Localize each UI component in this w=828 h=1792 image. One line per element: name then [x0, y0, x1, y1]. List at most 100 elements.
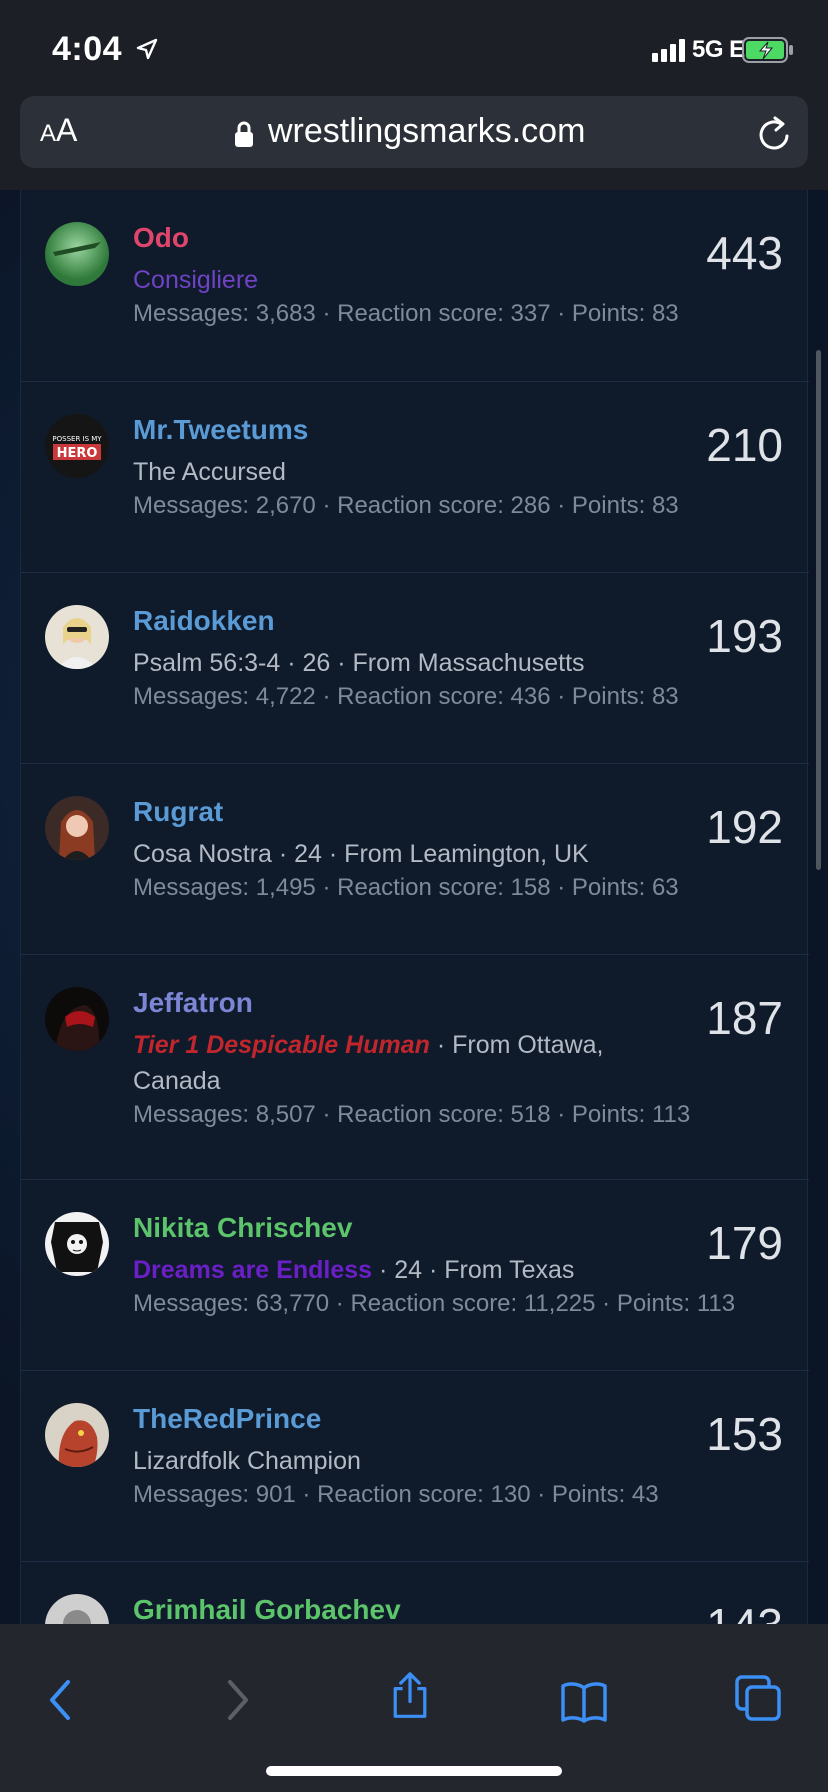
member-name[interactable]: Mr.Tweetums [133, 414, 308, 446]
lock-icon [235, 121, 253, 147]
member-title: Lizardfolk Champion [133, 1443, 653, 1479]
home-indicator [266, 1766, 562, 1776]
member-stats: Messages: 1,495 · Reaction score: 158 · … [133, 874, 679, 902]
grimhail-gorbachev-avatar[interactable] [45, 1594, 109, 1624]
raidokken-avatar[interactable] [45, 605, 109, 669]
stat-separator: · [295, 1481, 318, 1508]
theredprince-avatar[interactable] [45, 1403, 109, 1467]
member-name[interactable]: Nikita Chrischev [133, 1212, 352, 1244]
member-reactions: Reaction score: 130 [317, 1481, 531, 1508]
member-score: 153 [706, 1408, 783, 1460]
member-stats: Messages: 2,670 · Reaction score: 286 · … [133, 492, 679, 520]
member-score: 143 [706, 1598, 783, 1624]
stat-separator: · [550, 300, 572, 327]
member-title-text: Tier 1 Despicable Human [133, 1031, 430, 1059]
rugrat-avatar[interactable] [45, 796, 109, 860]
member-reactions: Reaction score: 286 [337, 492, 551, 519]
network-type: 5G E [692, 36, 745, 63]
member-row[interactable]: Odo 443 Consigliere Messages: 3,683 · React… [21, 190, 809, 381]
member-location-text: Canada [133, 1067, 221, 1095]
member-row[interactable]: TheRedPrince 153 Lizardfolk Champion Messag… [21, 1370, 809, 1561]
status-time: 4:04 [52, 30, 123, 68]
member-score: 187 [706, 992, 783, 1044]
svg-text:POSSER IS MY: POSSER IS MY [52, 435, 102, 443]
member-name[interactable]: Grimhail Gorbachev [133, 1594, 401, 1624]
member-title: Tier 1 Despicable Human · From Ottawa, Ca… [133, 1027, 653, 1099]
member-messages: Messages: 1,495 [133, 874, 316, 901]
member-stats: Messages: 4,722 · Reaction score: 436 · … [133, 683, 679, 711]
member-title-text: Lizardfolk Champion [133, 1447, 361, 1475]
member-points: Points: 113 [616, 1290, 736, 1317]
member-name[interactable]: TheRedPrince [133, 1403, 321, 1435]
member-points: Points: 83 [571, 683, 679, 710]
member-points: Points: 63 [571, 874, 679, 901]
member-title: The Accursed [133, 454, 653, 490]
member-row[interactable]: Jeffatron 187 Tier 1 Despicable Human · Fr… [21, 954, 809, 1179]
stat-separator: · [315, 874, 338, 901]
stat-separator: · [550, 683, 572, 710]
cellular-signal-icon [652, 39, 685, 62]
reload-icon[interactable] [758, 116, 792, 152]
member-name[interactable]: Odo [133, 222, 189, 254]
nikita-chrischev-avatar[interactable] [45, 1212, 109, 1276]
member-title-text: Cosa Nostra · 24 · From Leamington, UK [133, 840, 589, 868]
member-row[interactable]: Raidokken 193 Psalm 56:3-4 · 26 · From Mas… [21, 572, 809, 763]
stat-separator: · [595, 1290, 617, 1317]
member-score: 193 [706, 610, 783, 662]
tabs-icon[interactable] [734, 1674, 782, 1722]
bookmarks-icon[interactable] [560, 1678, 608, 1726]
member-list: Odo 443 Consigliere Messages: 3,683 · React… [20, 190, 809, 1624]
member-row[interactable]: Grimhail Gorbachev 143 [21, 1561, 809, 1624]
back-icon[interactable] [38, 1676, 86, 1724]
member-title-text: Psalm 56:3-4 · 26 · From Massachusetts [133, 649, 585, 677]
member-score: 179 [706, 1217, 783, 1269]
member-title-text: The Accursed [133, 458, 286, 486]
member-location-text: · From Ottawa, [429, 1031, 604, 1059]
member-messages: Messages: 901 [133, 1481, 296, 1508]
url-text[interactable]: wrestlingsmarks.com [268, 112, 585, 151]
stat-separator: · [315, 492, 338, 519]
member-stats: Messages: 63,770 · Reaction score: 11,22… [133, 1290, 735, 1318]
text-size-button[interactable]: AA [40, 112, 77, 149]
battery-charging-icon [742, 37, 793, 63]
mr-tweetums-avatar[interactable]: POSSER IS MY HERO [45, 414, 109, 478]
odo-avatar[interactable] [45, 222, 109, 286]
member-points: Points: 83 [571, 300, 679, 327]
stat-separator: · [315, 1101, 338, 1128]
member-reactions: Reaction score: 158 [337, 874, 551, 901]
member-messages: Messages: 3,683 [133, 300, 316, 327]
member-reactions: Reaction score: 11,225 [350, 1290, 596, 1317]
stat-separator: · [550, 492, 572, 519]
member-stats: Messages: 3,683 · Reaction score: 337 · … [133, 300, 679, 328]
member-row[interactable]: Rugrat 192 Cosa Nostra · 24 · From Leaming… [21, 763, 809, 954]
forward-icon[interactable] [212, 1676, 260, 1724]
location-arrow-icon [136, 38, 158, 60]
member-name[interactable]: Rugrat [133, 796, 223, 828]
scrollbar[interactable] [816, 350, 821, 870]
jeffatron-avatar[interactable] [45, 987, 109, 1051]
page-content: Odo 443 Consigliere Messages: 3,683 · React… [0, 190, 828, 1624]
stat-separator: · [530, 1481, 552, 1508]
member-name[interactable]: Raidokken [133, 605, 275, 637]
member-title-text: Dreams are Endless [133, 1256, 373, 1284]
member-score: 210 [706, 419, 783, 471]
member-title: Psalm 56:3-4 · 26 · From Massachusetts [133, 645, 653, 681]
share-icon[interactable] [386, 1672, 434, 1720]
stat-separator: · [315, 683, 338, 710]
member-row[interactable]: Nikita Chrischev 179 Dreams are Endless · … [21, 1179, 809, 1370]
stat-separator: · [550, 1101, 572, 1128]
member-points: Points: 113 [571, 1101, 691, 1128]
member-score: 443 [706, 227, 783, 279]
member-reactions: Reaction score: 436 [337, 683, 551, 710]
member-row[interactable]: POSSER IS MY HERO Mr.Tweetums 210 The Accurs… [21, 381, 809, 572]
member-stats: Messages: 8,507 · Reaction score: 518 · … [133, 1101, 690, 1129]
status-bar: 4:04 5G E [0, 0, 828, 96]
member-name[interactable]: Jeffatron [133, 987, 253, 1019]
member-location-text: · 24 · From Texas [372, 1256, 575, 1284]
stat-separator: · [550, 874, 572, 901]
member-title: Cosa Nostra · 24 · From Leamington, UK [133, 836, 653, 872]
stat-separator: · [329, 1290, 351, 1317]
member-messages: Messages: 63,770 [133, 1290, 330, 1317]
member-reactions: Reaction score: 518 [337, 1101, 551, 1128]
member-score: 192 [706, 801, 783, 853]
